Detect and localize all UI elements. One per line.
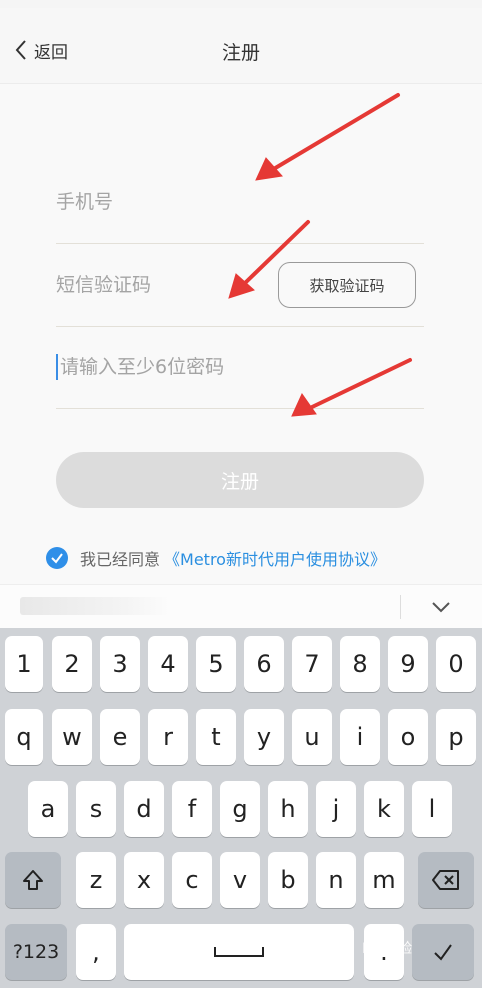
letter-row-1: q w e r t y u i o p: [0, 709, 482, 767]
key-x[interactable]: x: [124, 852, 164, 908]
key-v[interactable]: v: [220, 852, 260, 908]
enter-key[interactable]: [412, 924, 474, 980]
shift-icon: [23, 870, 43, 890]
backspace-key[interactable]: [418, 852, 474, 908]
number-row: 1 2 3 4 5 6 7 8 9 0: [0, 636, 482, 694]
key-4[interactable]: 4: [148, 636, 188, 692]
key-z[interactable]: z: [76, 852, 116, 908]
divider: [400, 595, 401, 619]
backspace-icon: [432, 870, 459, 890]
key-3[interactable]: 3: [100, 636, 140, 692]
key-c[interactable]: c: [172, 852, 212, 908]
keyboard: 1 2 3 4 5 6 7 8 9 0 q w e r t y u i o p …: [0, 628, 482, 988]
key-2[interactable]: 2: [52, 636, 92, 692]
key-g[interactable]: g: [220, 781, 260, 837]
key-t[interactable]: t: [196, 709, 236, 765]
space-icon: [214, 947, 264, 957]
arrow-icon: [255, 93, 400, 181]
key-5[interactable]: 5: [196, 636, 236, 692]
watermark: Bai经验: [362, 941, 413, 957]
collapse-keyboard-button[interactable]: [426, 597, 456, 617]
key-r[interactable]: r: [148, 709, 188, 765]
chevron-down-icon: [432, 602, 450, 613]
key-y[interactable]: y: [244, 709, 284, 765]
key-s[interactable]: s: [76, 781, 116, 837]
letter-row-3: z x c v b n m: [0, 852, 482, 910]
arrow-icon: [228, 220, 310, 299]
key-o[interactable]: o: [388, 709, 428, 765]
symbols-key[interactable]: ?123: [5, 924, 67, 980]
key-h[interactable]: h: [268, 781, 308, 837]
key-m[interactable]: m: [364, 852, 404, 908]
key-8[interactable]: 8: [340, 636, 380, 692]
key-1[interactable]: 1: [5, 636, 43, 692]
letter-row-2: a s d f g h j k l: [0, 781, 482, 839]
suggestion-placeholder: [20, 597, 170, 615]
suggestion-bar: [0, 584, 482, 628]
comma-key[interactable]: ,: [76, 924, 116, 980]
key-j[interactable]: j: [316, 781, 356, 837]
key-i[interactable]: i: [340, 709, 380, 765]
key-u[interactable]: u: [292, 709, 332, 765]
key-e[interactable]: e: [100, 709, 140, 765]
key-a[interactable]: a: [28, 781, 68, 837]
key-0[interactable]: 0: [436, 636, 476, 692]
shift-key[interactable]: [5, 852, 61, 908]
key-9[interactable]: 9: [388, 636, 428, 692]
key-w[interactable]: w: [52, 709, 92, 765]
key-7[interactable]: 7: [292, 636, 332, 692]
key-f[interactable]: f: [172, 781, 212, 837]
key-6[interactable]: 6: [244, 636, 284, 692]
key-q[interactable]: q: [5, 709, 43, 765]
space-key[interactable]: [124, 924, 354, 980]
key-d[interactable]: d: [124, 781, 164, 837]
key-l[interactable]: l: [412, 781, 452, 837]
key-k[interactable]: k: [364, 781, 404, 837]
enter-icon: [434, 944, 452, 961]
key-p[interactable]: p: [436, 709, 476, 765]
arrow-icon: [291, 358, 412, 417]
key-b[interactable]: b: [268, 852, 308, 908]
key-n[interactable]: n: [316, 852, 356, 908]
